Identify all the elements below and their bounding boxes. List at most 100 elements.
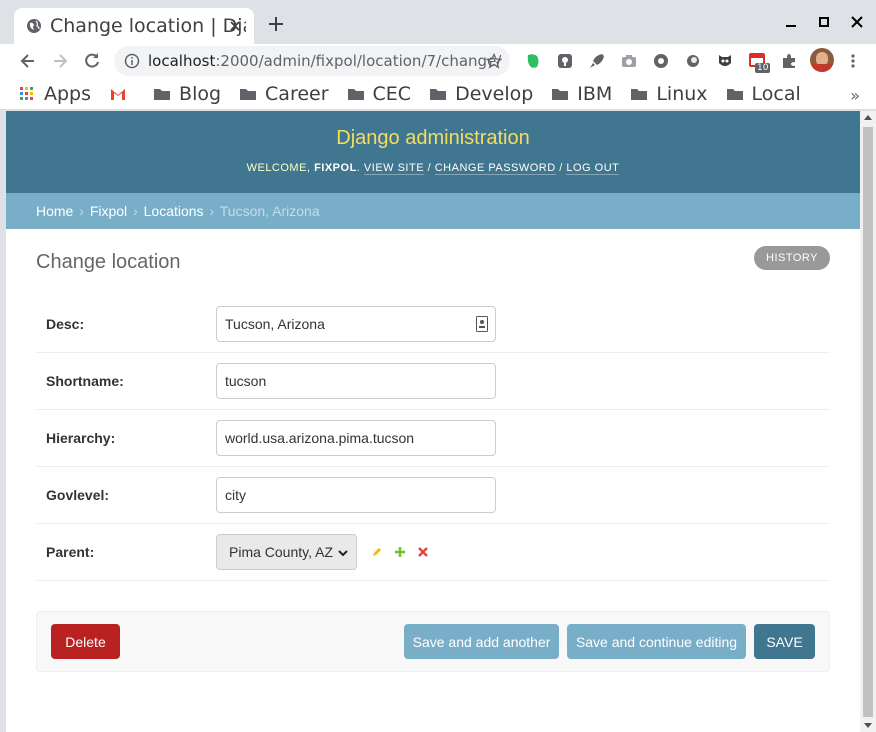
save-continue-button[interactable]: Save and continue editing <box>567 624 746 659</box>
chevron-down-icon <box>338 550 348 557</box>
tab-title: Change location | Django site admin <box>50 15 246 37</box>
bookmark-local[interactable]: Local <box>726 83 801 105</box>
scroll-up-arrow[interactable] <box>864 115 872 120</box>
chrome-ext-icon[interactable] <box>652 52 670 70</box>
bookmark-label: Linux <box>656 82 708 105</box>
reload-icon[interactable] <box>82 51 102 71</box>
shortname-input[interactable] <box>216 363 496 399</box>
desc-label: Desc: <box>46 316 85 332</box>
bulb-icon[interactable] <box>556 52 574 70</box>
apps-grid-icon <box>20 86 33 100</box>
bookmark-ibm[interactable]: IBM <box>551 83 612 105</box>
govlevel-input[interactable] <box>216 477 496 513</box>
new-tab-icon[interactable] <box>266 14 286 34</box>
kebab-menu-icon[interactable] <box>844 52 862 70</box>
form-row-parent: Parent: Pima County, AZ <box>36 524 830 581</box>
parent-selected-value: Pima County, AZ <box>229 544 334 560</box>
delete-x-icon[interactable] <box>417 546 429 558</box>
user-tools: WELCOME, FIXPOL. VIEW SITE / CHANGE PASS… <box>246 162 620 175</box>
scroll-down-arrow[interactable] <box>864 723 872 728</box>
history-button[interactable]: HISTORY <box>754 246 830 270</box>
bookmark-label: Career <box>265 82 329 105</box>
folder-icon <box>430 88 447 100</box>
bookmark-career[interactable]: Career <box>239 83 329 105</box>
rocket-icon[interactable] <box>588 52 606 70</box>
url-host: localhost <box>148 52 216 70</box>
address-bar[interactable]: localhost:2000/admin/fixpol/location/7/c… <box>114 46 510 76</box>
breadcrumb-model[interactable]: Locations <box>144 203 204 219</box>
bookmark-linux[interactable]: Linux <box>630 82 708 105</box>
breadcrumb-separator: › <box>133 203 138 219</box>
maximize-icon[interactable] <box>816 14 832 30</box>
contact-card-icon[interactable] <box>476 316 488 332</box>
gmail-icon <box>111 88 126 100</box>
shortname-label: Shortname: <box>46 373 124 389</box>
bookmark-label: Develop <box>455 82 534 105</box>
folder-icon <box>726 88 743 100</box>
bookmark-star-icon[interactable] <box>486 53 502 69</box>
related-widget-links <box>371 546 429 558</box>
calendar-ext[interactable]: 10 <box>748 51 771 73</box>
save-button[interactable]: SAVE <box>754 624 815 659</box>
parent-label: Parent: <box>46 544 95 560</box>
govlevel-label: Govlevel: <box>46 487 110 503</box>
browser-tab[interactable]: Change location | Django site admin <box>14 8 254 44</box>
minimize-icon[interactable] <box>783 14 799 30</box>
desc-input[interactable] <box>216 306 496 342</box>
owl-icon[interactable] <box>716 52 734 70</box>
folder-icon <box>240 88 257 100</box>
bookmarks-overflow-button[interactable]: » <box>850 86 860 105</box>
form-row-govlevel: Govlevel: <box>36 467 830 524</box>
scrollbar-thumb[interactable] <box>863 127 873 717</box>
main-content: Change location HISTORY Desc: Shortname: <box>6 229 860 692</box>
bookmark-apps[interactable]: Apps <box>18 83 91 105</box>
info-icon[interactable] <box>124 53 140 69</box>
bookmark-develop[interactable]: Develop <box>429 83 533 105</box>
avatar[interactable] <box>810 48 834 72</box>
bookmark-label: CEC <box>372 82 412 105</box>
bookmark-cec[interactable]: CEC <box>347 82 412 105</box>
bookmarks-bar: Apps Blog Career CEC Develop IBM Linux L… <box>0 78 876 110</box>
url-path: :2000/admin/fixpol/location/7/change/ <box>215 52 502 70</box>
vertical-scrollbar[interactable] <box>860 111 876 732</box>
url-text: localhost:2000/admin/fixpol/location/7/c… <box>148 52 501 70</box>
page-viewport: Django administration WELCOME, FIXPOL. V… <box>6 111 860 732</box>
close-window-icon[interactable] <box>849 14 865 30</box>
breadcrumb-app[interactable]: Fixpol <box>90 203 127 219</box>
save-add-another-button[interactable]: Save and add another <box>404 624 559 659</box>
log-out-link[interactable]: LOG OUT <box>566 162 620 175</box>
breadcrumb: Home › Fixpol › Locations › Tucson, Ariz… <box>6 193 860 229</box>
username: FIXPOL <box>314 162 357 174</box>
admin-header: Django administration WELCOME, FIXPOL. V… <box>6 111 860 193</box>
browser-toolbar: localhost:2000/admin/fixpol/location/7/c… <box>0 44 876 78</box>
submit-row: Delete Save and add another Save and con… <box>36 611 830 672</box>
folder-icon <box>552 88 569 100</box>
change-password-link[interactable]: CHANGE PASSWORD <box>434 162 556 175</box>
back-icon[interactable] <box>18 51 38 71</box>
delete-button[interactable]: Delete <box>51 624 120 659</box>
bookmark-blog[interactable]: Blog <box>153 83 221 105</box>
breadcrumb-separator: › <box>79 203 84 219</box>
folder-icon <box>347 88 364 100</box>
circle-ext-icon[interactable] <box>684 52 702 70</box>
hierarchy-label: Hierarchy: <box>46 430 116 446</box>
forward-icon[interactable] <box>50 51 70 71</box>
form-row-desc: Desc: <box>36 296 830 353</box>
breadcrumb-home[interactable]: Home <box>36 203 73 219</box>
evernote-icon[interactable] <box>524 52 542 70</box>
view-site-link[interactable]: VIEW SITE <box>363 162 425 175</box>
puzzle-icon[interactable] <box>780 52 798 70</box>
add-plus-icon[interactable] <box>394 546 406 558</box>
bookmark-gmail[interactable] <box>109 86 135 102</box>
close-tab-icon[interactable] <box>226 17 244 35</box>
desc-input-wrap <box>216 306 496 342</box>
camera-icon[interactable] <box>620 52 638 70</box>
site-branding[interactable]: Django administration <box>6 127 860 150</box>
folder-icon <box>631 88 648 100</box>
form-row-shortname: Shortname: <box>36 353 830 410</box>
edit-pencil-icon[interactable] <box>371 546 383 558</box>
bookmark-label: Local <box>751 82 801 105</box>
parent-select[interactable]: Pima County, AZ <box>216 534 357 570</box>
hierarchy-input[interactable] <box>216 420 496 456</box>
change-form: Desc: Shortname: Hierarchy: <box>36 296 830 581</box>
